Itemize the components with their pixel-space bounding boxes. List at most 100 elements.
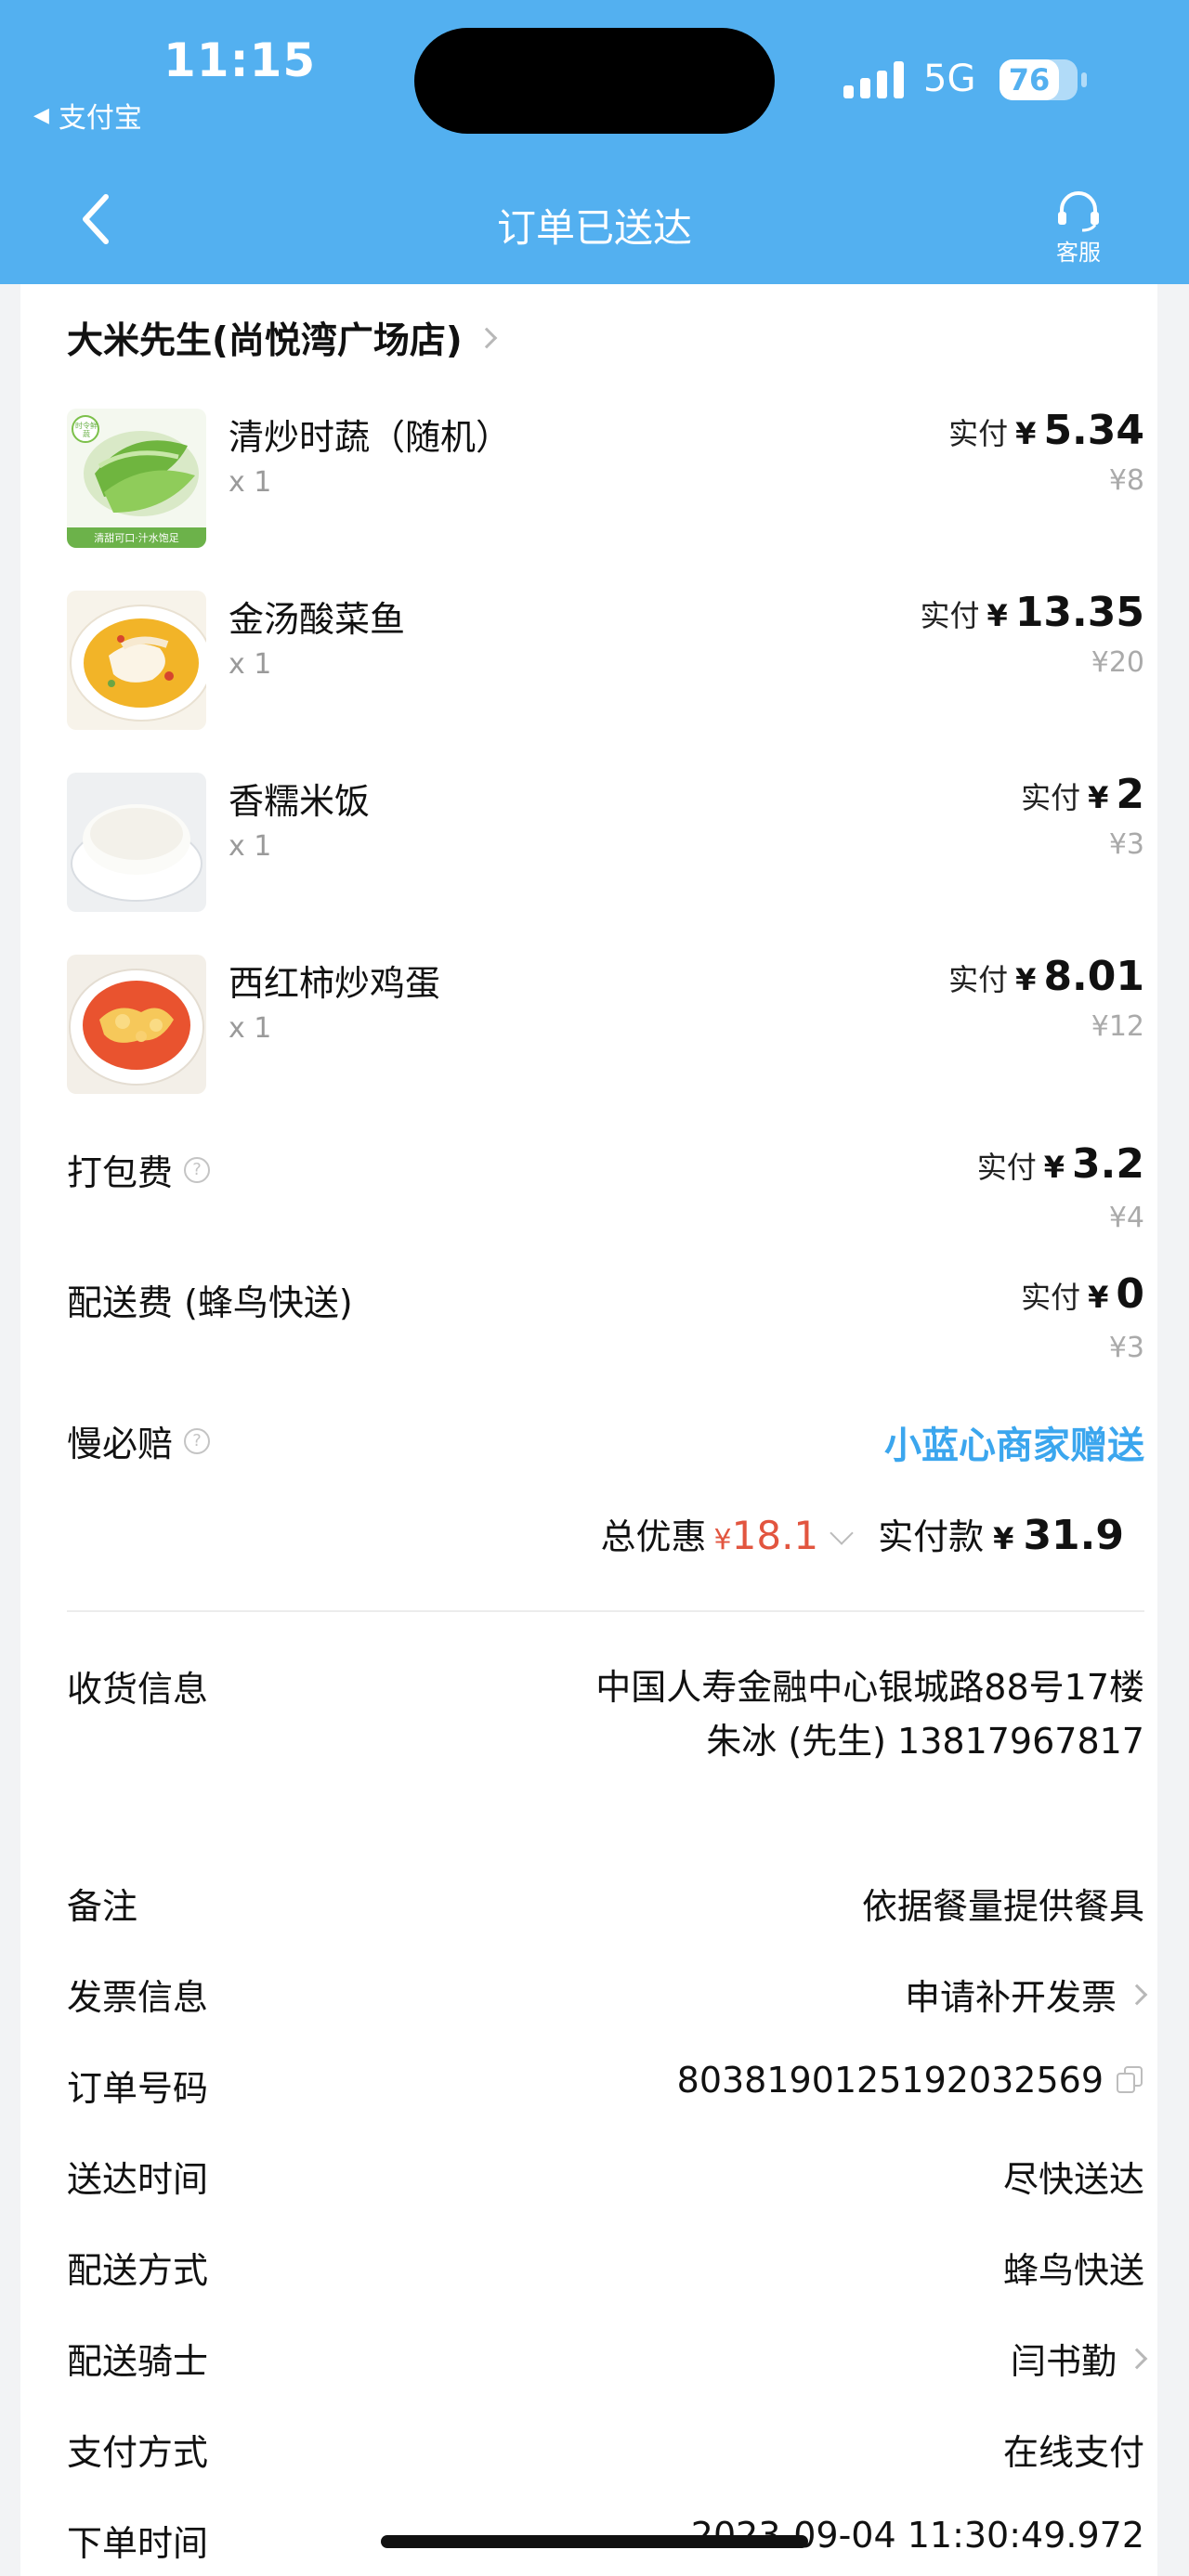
signal-icon (843, 61, 904, 98)
packing-fee-paid: 实付 ¥ 3.2 (977, 1140, 1144, 1188)
battery-icon: 76 (1000, 59, 1078, 100)
currency-symbol: ¥ (1088, 780, 1109, 815)
item-image-fish (67, 591, 206, 730)
paid-label: 实付 (1021, 780, 1081, 815)
delivery-fee-row: 配送费 (蜂鸟快送) 实付 ¥ 0 ¥3 (67, 1270, 1144, 1364)
home-indicator[interactable] (381, 2535, 808, 2548)
item-qty: x 1 (229, 466, 272, 499)
packing-fee-row: 打包费 ? 实付 ¥ 3.2 ¥4 (67, 1140, 1144, 1234)
network-type: 5G (923, 58, 976, 100)
note-value: 依据餐量提供餐具 (861, 1886, 1144, 1927)
delivery-time-label: 送达时间 (67, 2159, 209, 2200)
discount-amount[interactable]: 18.1 (732, 1513, 819, 1558)
battery-cap (1081, 72, 1087, 87)
chevron-right-icon (1126, 1984, 1148, 2005)
order-card: 大米先生(尚悦湾广场店) 时令鲜蔬 清甜可口·汁水饱足 清炒时蔬（随机） x 1… (20, 284, 1157, 2576)
order-number-label: 订单号码 (67, 2068, 209, 2109)
help-icon[interactable]: ? (184, 1427, 211, 1454)
status-time: 11:15 (163, 33, 317, 87)
paid-amount: 8.01 (1043, 953, 1144, 1000)
delivery-fee-paid: 实付 ¥ 0 (1021, 1270, 1144, 1318)
currency-symbol: ¥ (1043, 1150, 1065, 1185)
headset-icon (1058, 191, 1099, 232)
total-paid-label: 实付款 (878, 1516, 985, 1557)
discount-currency: ¥ (713, 1524, 732, 1556)
item-original-price: ¥8 (1108, 464, 1144, 497)
shop-name: 大米先生(尚悦湾广场店) (67, 320, 463, 362)
delivery-fee-label: 配送费 (蜂鸟快送) (67, 1282, 353, 1323)
customer-service-button[interactable]: 客服 (1048, 189, 1109, 267)
item-image-caption: 清甜可口·汁水饱足 (94, 532, 179, 544)
help-icon[interactable]: ? (184, 1156, 211, 1183)
paid-label: 实付 (948, 416, 1009, 451)
paid-amount: 0 (1116, 1270, 1144, 1318)
chevron-down-icon[interactable] (830, 1521, 854, 1545)
paid-label: 实付 (976, 1150, 1037, 1185)
back-app-label: 支付宝 (58, 102, 142, 135)
item-name: 清炒时蔬（随机） (229, 417, 512, 458)
order-item[interactable]: 时令鲜蔬 清甜可口·汁水饱足 清炒时蔬（随机） x 1 实付 ¥ 5.34 ¥8 (67, 407, 1144, 548)
total-paid-currency: ¥ (993, 1521, 1014, 1556)
battery-level: 76 (1008, 62, 1051, 98)
rider-name[interactable]: 闫书勤 (1011, 2333, 1117, 2384)
packing-fee-label: 打包费 (67, 1152, 174, 1193)
item-image-rice (67, 773, 206, 912)
note-label: 备注 (67, 1886, 138, 1927)
delivery-time-value: 尽快送达 (1002, 2159, 1144, 2200)
item-paid: 实付 ¥ 13.35 (921, 589, 1144, 636)
customer-service-label: 客服 (1056, 240, 1101, 266)
shop-name-link[interactable]: 大米先生(尚悦湾广场店) (67, 312, 497, 364)
back-triangle-icon: ◀ (33, 103, 49, 127)
divider (67, 1610, 1144, 1612)
dynamic-island (414, 28, 775, 134)
paid-amount: 5.34 (1043, 407, 1144, 454)
invoice-value[interactable]: 申请补开发票 (905, 1969, 1117, 2020)
item-name: 香糯米饭 (229, 781, 371, 822)
chevron-right-icon (1126, 2348, 1148, 2369)
item-paid: 实付 ¥ 8.01 (948, 953, 1144, 1000)
discount-label: 总优惠 (600, 1516, 707, 1557)
delivery-method-label: 配送方式 (67, 2250, 209, 2291)
delivery-fee-original: ¥3 (1108, 1332, 1144, 1364)
payment-label: 支付方式 (67, 2432, 209, 2473)
order-number-value: 8038190125192032569 (676, 2060, 1104, 2101)
item-image-badge: 时令鲜蔬 (75, 422, 98, 438)
item-image-greens: 时令鲜蔬 清甜可口·汁水饱足 (67, 409, 206, 548)
item-paid: 实付 ¥ 2 (1021, 771, 1144, 818)
receiver-info-row: 收货信息 中国人寿金融中心银城路88号17楼 朱冰 (先生) 138179678… (67, 1660, 1144, 1818)
receiver-details: 中国人寿金融中心银城路88号17楼 朱冰 (先生) 13817967817 (550, 1660, 1144, 1768)
chevron-right-icon (476, 327, 497, 349)
order-item[interactable]: 金汤酸菜鱼 x 1 实付 ¥ 13.35 ¥20 (67, 589, 1144, 730)
late-compensation-label: 慢必赔 (67, 1424, 174, 1464)
total-paid-amount: 31.9 (1023, 1512, 1124, 1559)
payment-value: 在线支付 (1002, 2432, 1144, 2473)
paid-amount: 3.2 (1072, 1140, 1144, 1188)
item-image-tomato-egg (67, 955, 206, 1094)
invoice-label: 发票信息 (67, 1977, 209, 2018)
item-original-price: ¥20 (1091, 646, 1144, 679)
order-item[interactable]: 香糯米饭 x 1 实付 ¥ 2 ¥3 (67, 771, 1144, 912)
item-original-price: ¥3 (1108, 828, 1144, 861)
late-compensation-value[interactable]: 小蓝心商家赠送 (884, 1415, 1144, 1469)
currency-symbol: ¥ (1088, 1280, 1109, 1315)
page-title: 订单已送达 (496, 205, 692, 251)
rider-label: 配送骑士 (67, 2341, 209, 2382)
back-to-app[interactable]: ◀ 支付宝 (33, 95, 142, 136)
item-name: 西红柿炒鸡蛋 (229, 963, 441, 1004)
late-compensation-row: 慢必赔 ? 小蓝心商家赠送 (67, 1415, 1144, 1469)
receiver-label: 收货信息 (67, 1669, 209, 1710)
delivery-method-value: 蜂鸟快送 (1002, 2250, 1144, 2291)
item-original-price: ¥12 (1091, 1010, 1144, 1043)
app-header: 11:15 ◀ 支付宝 5G 76 订单已送达 客服 (0, 0, 1189, 284)
receiver-address: 中国人寿金融中心银城路88号17楼 (595, 1667, 1144, 1708)
paid-label: 实付 (920, 598, 980, 633)
receiver-contact: 朱冰 (先生) 13817967817 (706, 1721, 1144, 1762)
currency-symbol: ¥ (986, 598, 1008, 633)
order-item[interactable]: 西红柿炒鸡蛋 x 1 实付 ¥ 8.01 ¥12 (67, 953, 1144, 1094)
packing-fee-original: ¥4 (1108, 1202, 1144, 1234)
item-name: 金汤酸菜鱼 (229, 599, 406, 640)
order-time-label: 下单时间 (67, 2523, 209, 2564)
item-qty: x 1 (229, 830, 272, 863)
currency-symbol: ¥ (1015, 962, 1037, 997)
copy-icon[interactable] (1117, 2066, 1144, 2094)
